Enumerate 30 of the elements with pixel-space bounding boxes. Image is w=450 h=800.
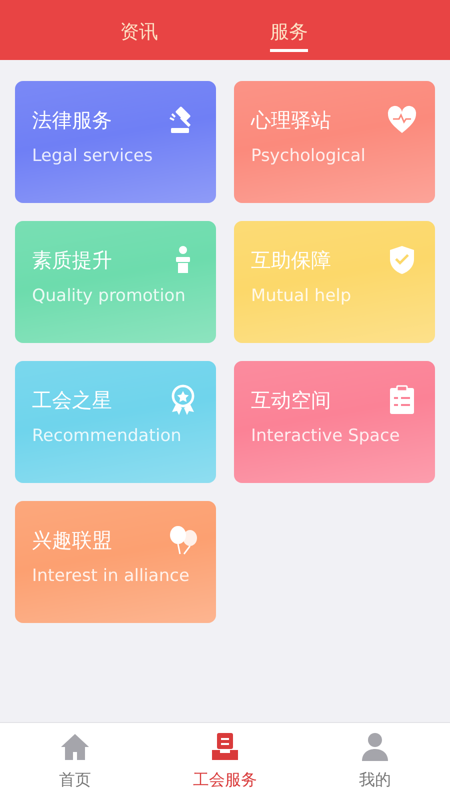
card-title: 工会之星 xyxy=(32,387,112,414)
top-tab[interactable]: 资讯 xyxy=(120,19,158,52)
heart-icon xyxy=(386,104,418,136)
card-title: 法律服务 xyxy=(32,107,112,134)
card-title: 心理驿站 xyxy=(251,107,331,134)
nav-tab[interactable]: 首页 xyxy=(0,723,150,800)
card-title: 互助保障 xyxy=(251,247,331,274)
card-subtitle: Interactive Space xyxy=(251,425,400,447)
card-subtitle: Recommendation xyxy=(32,425,182,447)
card-subtitle: Interest in alliance xyxy=(32,565,190,587)
card-title: 互动空间 xyxy=(251,387,331,414)
card-subtitle: Mutual help xyxy=(251,285,352,307)
service-card[interactable]: 心理驿站 Psychological xyxy=(234,81,435,203)
service-card[interactable]: 工会之星 Recommendation xyxy=(15,361,216,483)
inbox-icon xyxy=(209,731,241,763)
nav-tab[interactable]: 我的 xyxy=(300,723,450,800)
home-icon xyxy=(59,731,91,763)
service-card[interactable]: 素质提升 Quality promotion xyxy=(15,221,216,343)
card-subtitle: Psychological xyxy=(251,145,366,167)
service-card[interactable]: 互动空间 Interactive Space xyxy=(234,361,435,483)
person-icon xyxy=(359,731,391,763)
card-title: 兴趣联盟 xyxy=(32,527,112,554)
service-card[interactable]: 法律服务 Legal services xyxy=(15,81,216,203)
nav-tab[interactable]: 工会服务 xyxy=(150,723,300,800)
card-subtitle: Legal services xyxy=(32,145,153,167)
card-title: 素质提升 xyxy=(32,247,112,274)
balloons-icon xyxy=(167,524,199,556)
service-card[interactable]: 兴趣联盟 Interest in alliance xyxy=(15,501,216,623)
card-subtitle: Quality promotion xyxy=(32,285,186,307)
top-tab[interactable]: 服务 xyxy=(270,19,308,52)
